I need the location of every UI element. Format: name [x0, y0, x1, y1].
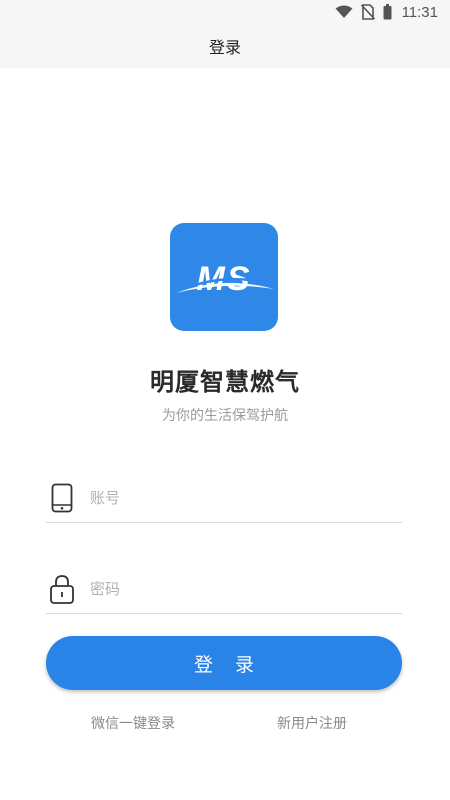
wifi-icon — [335, 5, 353, 19]
password-input[interactable] — [90, 574, 402, 604]
no-sim-icon — [360, 4, 375, 20]
battery-icon — [383, 4, 392, 20]
app-name: 明厦智慧燃气 — [150, 368, 300, 396]
page-title: 登录 — [208, 38, 241, 57]
password-field[interactable] — [46, 565, 402, 614]
lock-icon — [48, 573, 76, 605]
login-screen: 11:31 登录 MS 明厦智慧燃气 为你的生活保驾护航 账号 登 录 微信一键… — [0, 0, 450, 800]
account-input[interactable] — [90, 483, 402, 513]
account-field[interactable] — [46, 474, 402, 523]
app-slogan: 为你的生活保驾护航 — [162, 408, 288, 424]
wechat-login-link[interactable]: 微信一键登录 — [91, 713, 175, 733]
status-icons: 11:31 — [335, 3, 438, 21]
title-bar: 登录 — [0, 24, 450, 68]
app-logo: MS — [170, 223, 278, 331]
status-bar: 11:31 — [0, 0, 450, 24]
register-link[interactable]: 新用户注册 — [277, 713, 347, 733]
login-button[interactable]: 登 录 — [46, 636, 402, 690]
status-time: 11:31 — [401, 3, 438, 21]
phone-icon — [48, 482, 76, 514]
